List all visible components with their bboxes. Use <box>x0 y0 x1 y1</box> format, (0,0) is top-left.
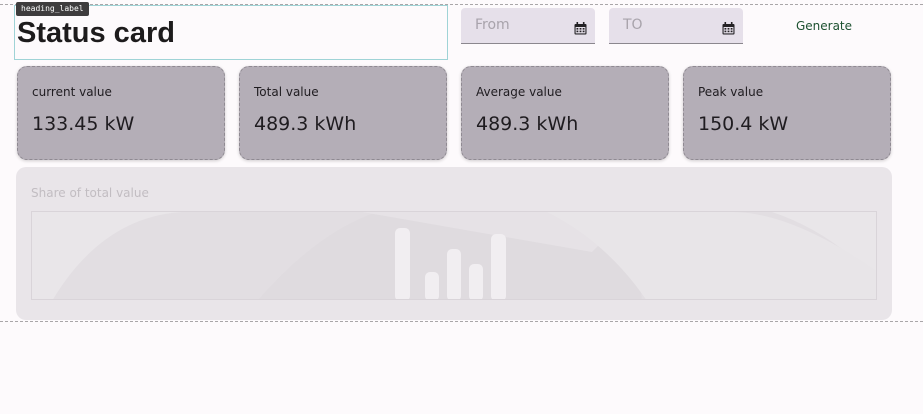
peak-value-card: Peak value 150.4 kW <box>683 66 891 160</box>
card-label: current value <box>32 85 112 99</box>
page-title: Status card <box>17 17 175 49</box>
bottom-divider <box>0 321 923 322</box>
skeleton-graphic <box>32 212 876 299</box>
card-label: Peak value <box>698 85 764 99</box>
share-of-total-panel: Share of total value <box>16 167 892 320</box>
to-date-field[interactable]: TO <box>609 8 743 44</box>
calendar-icon[interactable] <box>574 22 587 35</box>
card-value: 489.3 kWh <box>476 113 579 135</box>
card-value: 150.4 kW <box>698 113 789 135</box>
chart-loading-placeholder <box>31 211 877 300</box>
calendar-icon[interactable] <box>722 22 735 35</box>
to-date-placeholder: TO <box>623 17 643 33</box>
share-panel-title: Share of total value <box>31 186 149 200</box>
generate-button[interactable]: Generate <box>772 10 876 42</box>
total-value-card: Total value 489.3 kWh <box>239 66 447 160</box>
heading-debug-tag: heading_label <box>16 2 89 16</box>
current-value-card: current value 133.45 kW <box>17 66 225 160</box>
from-date-field[interactable]: From <box>461 8 595 44</box>
average-value-card: Average value 489.3 kWh <box>461 66 669 160</box>
from-date-placeholder: From <box>475 17 510 33</box>
card-label: Average value <box>476 85 562 99</box>
card-label: Total value <box>254 85 319 99</box>
card-value: 489.3 kWh <box>254 113 357 135</box>
card-value: 133.45 kW <box>32 113 135 135</box>
